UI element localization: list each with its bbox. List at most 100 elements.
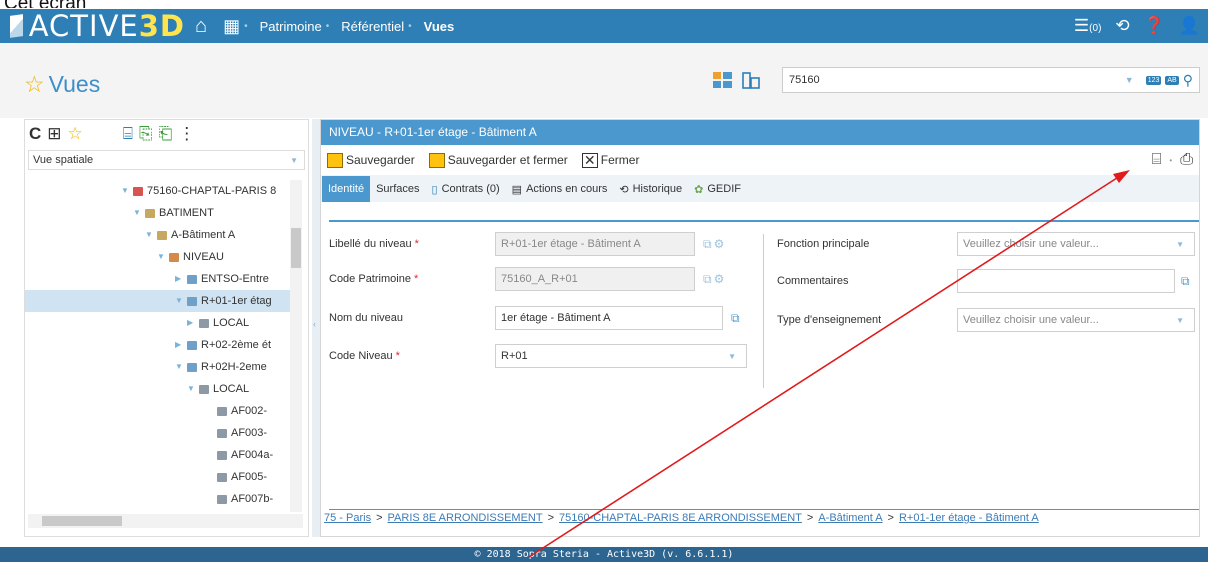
- tab-actions[interactable]: ▤ Actions en cours: [506, 176, 614, 202]
- clipboard-icon: ▤: [511, 183, 523, 196]
- chevron-down-icon: ▼: [1176, 239, 1184, 249]
- vertical-scrollbar[interactable]: [290, 180, 302, 512]
- save-close-button[interactable]: Sauvegarder et fermer: [428, 152, 568, 168]
- tree-node[interactable]: ▶ LOCAL: [25, 312, 249, 334]
- page-title: ☆ Vues: [24, 71, 101, 97]
- tree-toggle-icon[interactable]: ▼: [145, 224, 153, 246]
- close-icon: ✕: [581, 152, 598, 168]
- chevron-down-icon: •: [325, 20, 330, 32]
- breadcrumb: 75 - Paris > PARIS 8E ARRONDISSEMENT >75160…: [324, 512, 1039, 524]
- nav-referentiel[interactable]: Référentiel: [341, 19, 404, 34]
- tab-contrats[interactable]: ▯ Contrats (0): [426, 176, 506, 202]
- horizontal-scrollbar[interactable]: [28, 514, 303, 528]
- gear-icon[interactable]: ⚙: [714, 237, 725, 251]
- code-patrimoine-field[interactable]: 75160_A_R+01: [495, 267, 695, 291]
- fonction-select[interactable]: Veuillez choisir une valeur... ▼: [957, 232, 1195, 256]
- chevron-down-icon[interactable]: •: [1169, 156, 1172, 165]
- tree-toggle-icon[interactable]: ▼: [175, 356, 183, 378]
- tree-toggle-icon[interactable]: ▶: [175, 334, 183, 356]
- type-enseignement-select[interactable]: Veuillez choisir une valeur... ▼: [957, 308, 1195, 332]
- nav-vues[interactable]: Vues: [424, 19, 455, 34]
- tree-view[interactable]: ▼ 75160-CHAPTAL-PARIS 8 ▼ BATIMENT ▼ A-Bâtime…: [25, 180, 303, 512]
- favorite-star-icon[interactable]: ☆: [24, 71, 45, 97]
- tree-node[interactable]: ▼ R+02H-2eme: [25, 356, 267, 378]
- favorite-star-icon[interactable]: ☆: [68, 124, 83, 144]
- tree-node[interactable]: AF004a-: [25, 444, 273, 466]
- home-icon[interactable]: ⌂: [195, 15, 207, 38]
- breadcrumb-link[interactable]: PARIS 8E ARRONDISSEMENT: [388, 512, 543, 524]
- view-select[interactable]: Vue spatiale ▼: [28, 150, 305, 170]
- tree-toggle-icon[interactable]: ▼: [157, 246, 165, 268]
- tree-toggle-icon[interactable]: ▼: [133, 202, 141, 224]
- tree-node[interactable]: ▶ R+02-2ème ét: [25, 334, 271, 356]
- tree-node[interactable]: AF007b-: [25, 488, 273, 510]
- tasks-button[interactable]: ☰(0): [1074, 16, 1101, 36]
- edit-icon[interactable]: ⧉: [1181, 274, 1190, 289]
- node-type-icon: [187, 296, 197, 306]
- tree-layout-icon[interactable]: [712, 70, 734, 90]
- tree-toggle-icon[interactable]: ▶: [187, 312, 195, 334]
- tree-node[interactable]: ▼ A-Bâtiment A: [25, 224, 235, 246]
- apps-grid-icon[interactable]: ▦: [223, 16, 240, 37]
- search-field[interactable]: 75160 ▼ 123 AB ⚲: [782, 67, 1200, 93]
- breadcrumb-link[interactable]: 75 - Paris: [324, 512, 371, 524]
- breadcrumb-link[interactable]: 75160-CHAPTAL-PARIS 8E ARRONDISSEMENT: [559, 512, 802, 524]
- print-icon[interactable]: ⎙: [1180, 151, 1193, 169]
- nom-niveau-input[interactable]: 1er étage - Bâtiment A: [495, 306, 723, 330]
- search-input[interactable]: 75160: [783, 74, 1125, 86]
- collapse-arrow-icon[interactable]: ‹: [313, 319, 316, 329]
- node-type-icon: [217, 450, 227, 460]
- tree-toggle-icon[interactable]: ▼: [187, 378, 195, 400]
- breadcrumb-link[interactable]: A-Bâtiment A: [818, 512, 882, 524]
- numeric-search-button[interactable]: 123: [1145, 75, 1162, 85]
- building-icon[interactable]: [740, 70, 762, 90]
- export-icon[interactable]: ⎗: [159, 124, 173, 144]
- node-type-icon: [187, 340, 197, 350]
- edit-icon[interactable]: ⧉: [703, 237, 712, 252]
- edit-icon[interactable]: ⧉: [703, 272, 712, 287]
- commentaires-input[interactable]: [957, 269, 1175, 293]
- tab-historique[interactable]: ⟲ Historique: [613, 176, 688, 202]
- node-type-icon: [217, 472, 227, 482]
- node-type-icon: [133, 186, 143, 196]
- tab-surfaces[interactable]: Surfaces: [370, 176, 425, 202]
- chevron-down-icon[interactable]: ▼: [1125, 75, 1134, 85]
- import-icon[interactable]: ⎘: [139, 124, 153, 144]
- tree-toggle-icon[interactable]: ▶: [175, 268, 183, 290]
- tree-node[interactable]: ▼ 75160-CHAPTAL-PARIS 8: [25, 180, 276, 202]
- tree-node[interactable]: AF003-: [25, 422, 267, 444]
- logo[interactable]: ACTIVE3D: [10, 9, 185, 43]
- building-icon[interactable]: ⌸: [123, 124, 133, 144]
- tree-node[interactable]: ▼ LOCAL: [25, 378, 249, 400]
- tab-identite[interactable]: Identité: [322, 176, 371, 202]
- code-niveau-select[interactable]: R+01 ▼: [495, 344, 747, 368]
- tree-node[interactable]: AF005-: [25, 466, 267, 488]
- search-icon[interactable]: ⚲: [1183, 72, 1193, 89]
- edit-icon[interactable]: ⧉: [731, 311, 740, 326]
- expand-all-icon[interactable]: ⊞: [47, 124, 61, 144]
- tree-toggle-icon[interactable]: ▼: [175, 290, 183, 312]
- text-search-button[interactable]: AB: [1165, 75, 1179, 85]
- tree-node[interactable]: ▼ R+01-1er étag: [25, 290, 290, 312]
- tree-node-label: ENTSO-Entre: [201, 273, 269, 285]
- nav-patrimoine[interactable]: Patrimoine: [260, 19, 322, 34]
- help-icon[interactable]: ❓: [1144, 16, 1165, 36]
- tree-node-label: 75160-CHAPTAL-PARIS 8: [147, 185, 277, 197]
- tab-gedif[interactable]: ✿ GEDIF: [688, 176, 747, 202]
- user-icon[interactable]: 👤: [1179, 16, 1200, 36]
- tree-node[interactable]: ▶ ENTSO-Entre: [25, 268, 269, 290]
- panel-splitter[interactable]: ‹: [312, 119, 320, 537]
- refresh-icon[interactable]: C: [29, 124, 41, 144]
- gear-icon[interactable]: ⚙: [714, 272, 725, 286]
- tree-node[interactable]: AF002-: [25, 400, 267, 422]
- history-icon[interactable]: ⟲: [1115, 16, 1129, 36]
- tree-toggle-icon[interactable]: ▼: [121, 180, 129, 202]
- tree-node[interactable]: ▼ BATIMENT: [25, 202, 214, 224]
- tree-node[interactable]: ▼ NIVEAU: [25, 246, 224, 268]
- libelle-field[interactable]: R+01-1er étage - Bâtiment A: [495, 232, 695, 256]
- save-button[interactable]: Sauvegarder: [327, 152, 415, 168]
- close-button[interactable]: ✕ Fermer: [581, 152, 639, 168]
- more-menu-icon[interactable]: ⋮: [178, 124, 195, 144]
- building-icon[interactable]: ⌸: [1152, 151, 1162, 169]
- breadcrumb-link[interactable]: R+01-1er étage - Bâtiment A: [899, 512, 1039, 524]
